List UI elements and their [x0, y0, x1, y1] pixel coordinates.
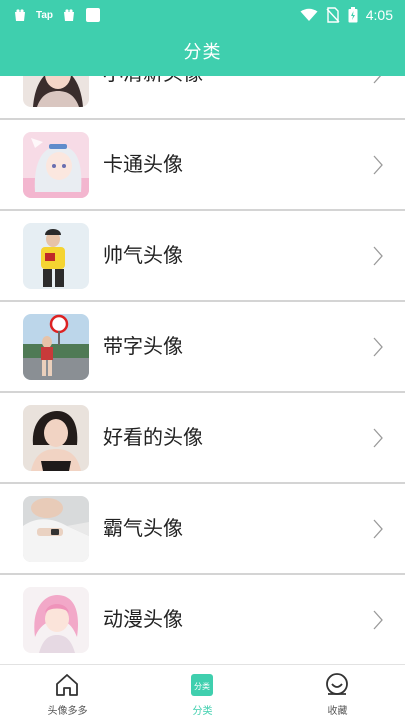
category-thumbnail	[23, 223, 89, 289]
tab-home[interactable]: 头像多多	[0, 665, 135, 721]
category-label: 带字头像	[103, 334, 183, 358]
category-thumbnail	[23, 405, 89, 471]
category-list-inner: 小清新头像 卡通头像	[0, 76, 405, 664]
notification-app-icon	[12, 7, 28, 23]
home-icon	[53, 671, 81, 699]
category-thumbnail	[23, 314, 89, 380]
page-title: 分类	[183, 42, 222, 63]
category-label: 好看的头像	[103, 425, 203, 449]
category-label: 霸气头像	[103, 516, 183, 540]
category-row[interactable]: 动漫头像	[0, 575, 405, 664]
favorite-icon	[323, 671, 351, 699]
category-label: 卡通头像	[103, 152, 183, 176]
tab-favorites[interactable]: 收藏	[270, 665, 405, 721]
category-thumbnail	[23, 132, 89, 198]
category-label: 动漫头像	[103, 607, 183, 631]
chevron-right-icon	[373, 337, 383, 361]
category-thumbnail	[23, 587, 89, 653]
chevron-right-icon	[373, 610, 383, 634]
no-sim-icon	[326, 7, 340, 23]
chevron-right-icon	[373, 519, 383, 543]
category-label: 小清新头像	[103, 76, 203, 118]
tab-category[interactable]: 分类 分类	[135, 665, 270, 721]
category-row[interactable]: 霸气头像	[0, 484, 405, 575]
chevron-right-icon	[373, 155, 383, 179]
category-list[interactable]: 小清新头像 卡通头像	[0, 76, 405, 664]
chevron-right-icon	[373, 76, 383, 88]
wifi-icon	[300, 8, 318, 22]
page-header: 分类	[0, 30, 405, 76]
category-row[interactable]: 小清新头像	[0, 76, 405, 120]
notification-app-icon	[61, 7, 77, 23]
tab-label: 头像多多	[47, 706, 88, 717]
tab-label: 分类	[192, 706, 213, 717]
category-row[interactable]: 卡通头像	[0, 120, 405, 211]
category-thumbnail	[23, 496, 89, 562]
category-thumbnail	[23, 76, 89, 107]
category-row[interactable]: 带字头像	[0, 302, 405, 393]
category-label: 帅气头像	[103, 243, 183, 267]
category-row[interactable]: 帅气头像	[0, 211, 405, 302]
chevron-right-icon	[373, 428, 383, 452]
battery-icon	[348, 7, 358, 23]
status-left: Tap	[12, 5, 109, 25]
category-icon: 分类	[188, 671, 216, 699]
chevron-right-icon	[373, 246, 383, 270]
status-right: 4:05	[292, 5, 393, 25]
notification-square-icon	[85, 7, 101, 23]
status-tap-text: Tap	[36, 9, 54, 21]
category-row[interactable]: 好看的头像	[0, 393, 405, 484]
category-icon-text: 分类	[194, 681, 210, 691]
bottom-tab-bar: 头像多多 分类 分类 收藏	[0, 664, 405, 721]
status-clock: 4:05	[365, 7, 393, 23]
status-bar: Tap 4:05	[0, 0, 405, 30]
tab-label: 收藏	[327, 706, 348, 717]
